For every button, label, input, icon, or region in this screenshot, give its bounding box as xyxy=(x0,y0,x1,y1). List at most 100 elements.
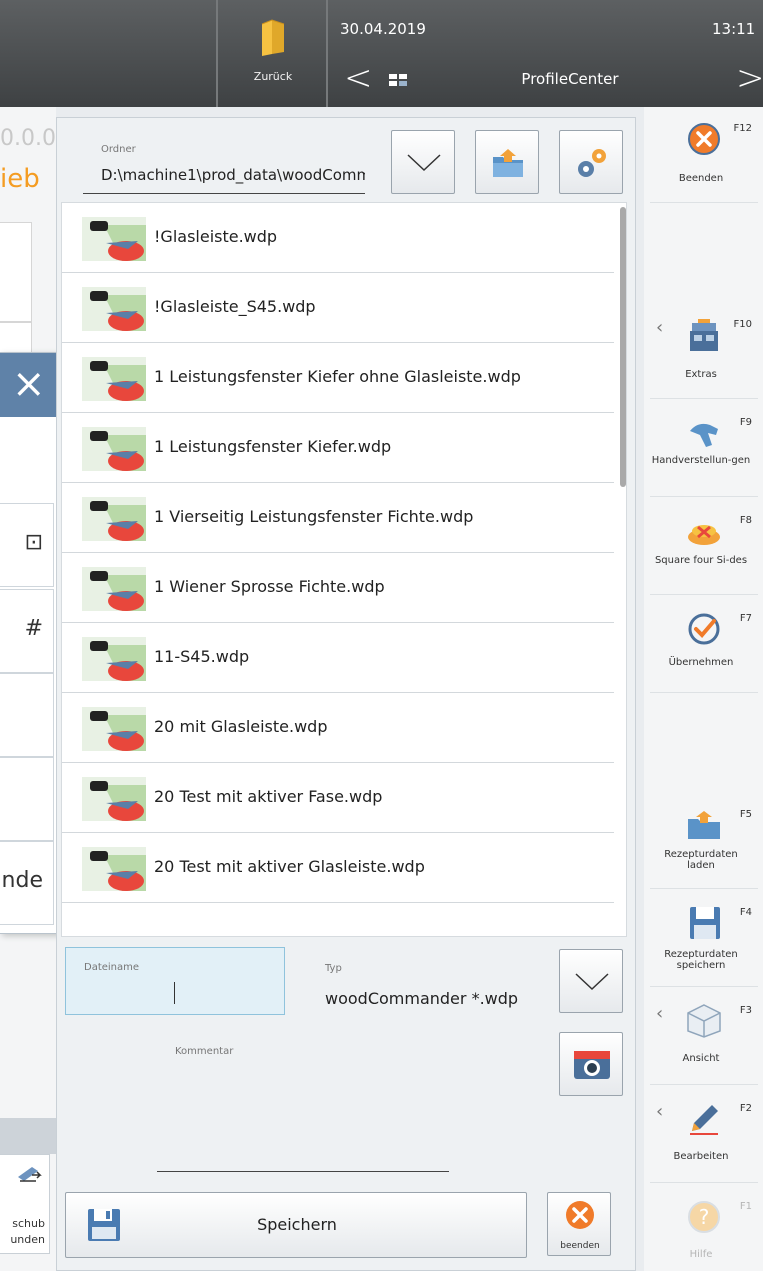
left-panel-bottom-button[interactable]: schub unden xyxy=(0,1154,50,1254)
file-type-dropdown-button[interactable] xyxy=(559,949,623,1013)
file-name: 1 Wiener Sprosse Fichte.wdp xyxy=(154,577,385,596)
dialog-button[interactable]: # xyxy=(0,589,54,673)
file-name: !Glasleiste.wdp xyxy=(154,227,278,246)
fkey-f4-button[interactable]: F4 Rezepturdaten speichern xyxy=(650,891,758,987)
wdp-file-icon xyxy=(82,707,146,751)
dialog-button[interactable] xyxy=(0,673,54,757)
cancel-button[interactable]: beenden xyxy=(547,1192,611,1256)
fkey-f3-button[interactable]: ‹ F3 Ansicht xyxy=(650,989,758,1085)
fkey-label: Hilfe xyxy=(689,1249,713,1260)
dialog-button[interactable]: ⊡ xyxy=(0,503,54,587)
save-button[interactable]: Speichern xyxy=(65,1192,527,1258)
fkey-number: F5 xyxy=(739,809,752,820)
function-key-bar: F12 Beenden ‹ F10 Extras F9 Handverstell… xyxy=(644,107,763,1271)
fkey-f1-button[interactable]: ? F1 Hilfe xyxy=(650,1185,758,1271)
folder-settings-button[interactable] xyxy=(559,130,623,194)
folder-dropdown-button[interactable] xyxy=(391,130,455,194)
fkey-f2-button[interactable]: ‹ F2 Bearbeiten xyxy=(650,1087,758,1183)
file-type-select[interactable]: Typ woodCommander *.wdp xyxy=(305,949,557,1015)
file-row[interactable]: 1 Wiener Sprosse Fichte.wdp xyxy=(62,553,614,623)
dialog-button[interactable]: nde xyxy=(0,841,54,925)
fkey-number: F8 xyxy=(739,515,752,526)
svg-text:?: ? xyxy=(699,1205,710,1229)
fkey-label: Rezepturdaten laden xyxy=(664,849,738,871)
chevron-left-icon: ‹ xyxy=(656,1003,664,1024)
feed-icon xyxy=(18,1167,42,1182)
file-row[interactable]: !Glasleiste.wdp xyxy=(62,203,614,273)
date-display: 30.04.2019 xyxy=(340,20,426,38)
fkey-number: F9 xyxy=(739,417,752,428)
file-row[interactable]: 20 Test mit aktiver Glasleiste.wdp xyxy=(62,833,614,903)
overlay-dialog: × ⊡ # nde xyxy=(0,352,64,934)
fkey-label: Bearbeiten xyxy=(673,1151,729,1162)
floppy-icon xyxy=(690,907,720,939)
top-bar: Zurück 30.04.2019 13:11 < ProfileCenter … xyxy=(0,0,763,107)
dialog-close-button[interactable]: × xyxy=(12,361,46,407)
file-row[interactable] xyxy=(62,903,614,936)
fkey-f5-button[interactable]: F5 Rezepturdaten laden xyxy=(650,793,758,889)
chevron-down-icon xyxy=(575,973,609,991)
toolbox-icon xyxy=(690,319,718,351)
version-fragment: 0.0.0 xyxy=(0,126,56,151)
filename-label: Dateiname xyxy=(84,962,140,973)
file-row[interactable]: 1 Vierseitig Leistungsfenster Fichte.wdp xyxy=(62,483,614,553)
fkey-number: F4 xyxy=(739,907,752,918)
fkey-f9-button[interactable]: F9 Handverstellun-gen xyxy=(650,401,758,497)
wdp-file-icon xyxy=(82,217,146,261)
left-panel-strip xyxy=(0,1118,56,1154)
back-label: Zurück xyxy=(253,70,293,83)
time-display: 13:11 xyxy=(712,20,756,38)
help-icon: ? xyxy=(688,1201,720,1233)
comment-label: Kommentar xyxy=(175,1046,234,1057)
file-row[interactable]: 20 Test mit aktiver Fase.wdp xyxy=(62,763,614,833)
folder-open-icon xyxy=(688,811,720,839)
fkey-f12-button[interactable]: F12 Beenden xyxy=(650,107,758,203)
close-circle-icon xyxy=(688,123,720,155)
nav-next-button[interactable]: > xyxy=(736,58,763,98)
filename-field[interactable]: Dateiname xyxy=(65,947,285,1015)
hand-icon xyxy=(690,423,718,447)
left-panel-box xyxy=(0,222,32,322)
camera-icon xyxy=(574,1051,610,1079)
file-name: 11-S45.wdp xyxy=(154,647,250,666)
comment-input[interactable] xyxy=(157,1171,449,1172)
fkey-number: F2 xyxy=(739,1103,752,1114)
fkey-label: Rezepturdaten speichern xyxy=(664,949,738,971)
folder-up-button[interactable] xyxy=(475,130,539,194)
dialog-button[interactable] xyxy=(0,757,54,841)
folder-up-icon xyxy=(493,149,523,177)
fkey-f7-button[interactable]: F7 Übernehmen xyxy=(650,597,758,693)
profile-center-icon xyxy=(389,74,407,86)
gear-icon xyxy=(578,149,606,177)
nav-prev-button[interactable]: < xyxy=(344,58,373,98)
close-circle-icon xyxy=(566,1201,594,1229)
file-name: 1 Vierseitig Leistungsfenster Fichte.wdp xyxy=(154,507,474,526)
pencil-icon xyxy=(690,1105,718,1135)
file-row[interactable]: 20 mit Glasleiste.wdp xyxy=(62,693,614,763)
fkey-label: Extras xyxy=(685,369,717,380)
folder-path-input[interactable]: D:\machine1\prod_data\woodCommander xyxy=(101,166,365,184)
camera-button[interactable] xyxy=(559,1032,623,1096)
fkey-label: Beenden xyxy=(678,173,724,184)
file-type-value: woodCommander *.wdp xyxy=(325,989,519,1008)
wdp-file-icon xyxy=(82,777,146,821)
wdp-file-icon xyxy=(82,847,146,891)
file-row[interactable]: 1 Leistungsfenster Kiefer ohne Glasleist… xyxy=(62,343,614,413)
folder-underline xyxy=(83,193,365,194)
dialog-header: × xyxy=(0,353,64,417)
file-row[interactable]: !Glasleiste_S45.wdp xyxy=(62,273,614,343)
file-dialog: Ordner D:\machine1\prod_data\woodCommand… xyxy=(56,117,636,1271)
file-list[interactable]: !Glasleiste.wdp !Glasleiste_S45.wdp 1 Le… xyxy=(61,202,627,937)
back-button[interactable]: Zurück xyxy=(220,0,326,107)
file-row[interactable]: 11-S45.wdp xyxy=(62,623,614,693)
fkey-number: F3 xyxy=(739,1005,752,1016)
file-row[interactable]: 1 Leistungsfenster Kiefer.wdp xyxy=(62,413,614,483)
file-list-scrollbar[interactable] xyxy=(620,207,626,487)
save-label: Speichern xyxy=(257,1215,337,1234)
wdp-file-icon xyxy=(82,567,146,611)
fkey-f8-button[interactable]: F8 Square four Si-des xyxy=(650,499,758,595)
wdp-file-icon xyxy=(82,287,146,331)
chevron-left-icon: ‹ xyxy=(656,317,664,338)
fkey-f10-button[interactable]: ‹ F10 Extras xyxy=(650,303,758,399)
accept-icon xyxy=(688,613,720,645)
